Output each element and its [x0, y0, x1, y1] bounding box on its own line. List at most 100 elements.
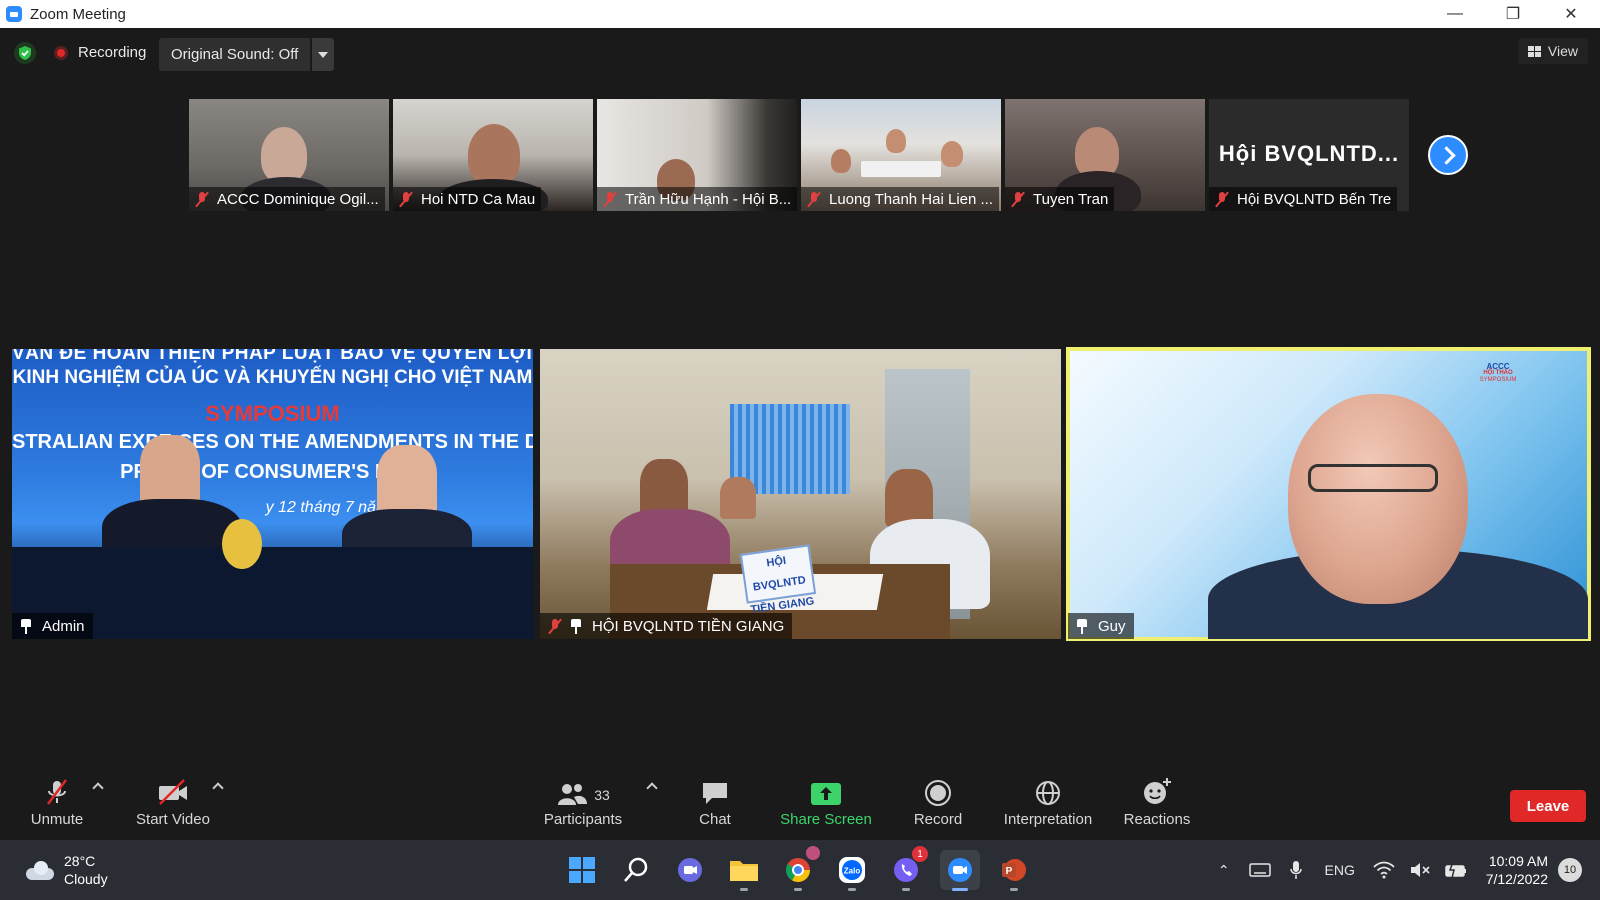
- temperature: 28°C: [64, 853, 96, 869]
- system-clock[interactable]: 10:09 AM 7/12/2022: [1486, 852, 1548, 888]
- viber-button[interactable]: 1: [886, 846, 928, 891]
- reactions-button[interactable]: Reactions: [1121, 773, 1193, 840]
- start-video-button[interactable]: Start Video: [133, 773, 213, 840]
- participant-name-tag: Hoi NTD Ca Mau: [393, 187, 542, 211]
- slide-text: ACCC HỘI THẢO SYMPOSIUM: [1479, 362, 1517, 384]
- start-button[interactable]: [562, 850, 602, 890]
- participant-thumbnail[interactable]: Hội BVQLNTD... Hội BVQLNTD Bến Tre: [1209, 99, 1409, 211]
- microphone-tray-icon[interactable]: [1281, 855, 1311, 885]
- windows-logo-icon: [569, 857, 595, 883]
- taskbar-apps: Zalo 1 P: [562, 846, 1034, 891]
- zoom-icon: [948, 858, 972, 882]
- svg-text:Zalo: Zalo: [844, 867, 861, 876]
- participant-thumbnail[interactable]: ACCC Dominique Ogil...: [189, 99, 389, 211]
- security-shield-icon[interactable]: [14, 42, 36, 64]
- close-button[interactable]: ✕: [1542, 0, 1600, 28]
- banner-line: PROT N OF CONSUMER'S RIGH: [120, 461, 425, 483]
- file-explorer-button[interactable]: [724, 850, 764, 891]
- window-titlebar: Zoom Meeting — ❐ ✕: [0, 0, 1600, 28]
- search-button[interactable]: [616, 850, 656, 890]
- participant-display-name: Hội BVQLNTD...: [1218, 141, 1400, 166]
- powerpoint-button[interactable]: P: [994, 850, 1034, 891]
- windows-taskbar: 28°C Cloudy Zalo 1 P ⌃ ENG 10:09 AM 7/12…: [0, 840, 1600, 900]
- original-sound-button[interactable]: Original Sound: Off: [159, 38, 311, 71]
- share-screen-icon: [811, 783, 841, 805]
- participant-thumbnail[interactable]: Luong Thanh Hai Lien ...: [801, 99, 1001, 211]
- view-button[interactable]: View: [1517, 38, 1588, 64]
- battery-charging-icon[interactable]: [1441, 855, 1471, 885]
- recording-indicator[interactable]: Recording: [54, 44, 146, 61]
- zalo-icon: Zalo: [839, 857, 865, 883]
- input-language[interactable]: ENG: [1317, 855, 1363, 885]
- original-sound-dropdown-icon[interactable]: [312, 38, 335, 71]
- zoom-app-icon: [6, 6, 22, 22]
- participants-label: Participants: [543, 811, 623, 828]
- cloud-icon: [24, 860, 54, 880]
- restore-button[interactable]: ❐: [1484, 0, 1542, 28]
- video-options-chevron-icon[interactable]: [212, 781, 222, 791]
- participant-name: Admin: [42, 617, 85, 635]
- meeting-topbar: Recording Original Sound: Off View: [0, 28, 1600, 80]
- show-hidden-icons-chevron-icon[interactable]: ⌃: [1209, 855, 1239, 885]
- muted-mic-icon: [195, 191, 209, 207]
- globe-icon: [1036, 781, 1060, 805]
- leave-button[interactable]: Leave: [1510, 790, 1586, 822]
- participants-options-chevron-icon[interactable]: [646, 781, 656, 791]
- weather-condition: Cloudy: [64, 871, 108, 887]
- chat-label: Chat: [699, 811, 731, 828]
- participant-name-tag: Hội BVQLNTD Bến Tre: [1209, 187, 1398, 211]
- video-tile-admin[interactable]: VẤN ĐỀ HOÀN THIỆN PHÁP LUẬT BẢO VỆ QUYỀN…: [12, 349, 533, 639]
- participant-name: Trần Hữu Hạnh - Hội B...: [625, 190, 792, 208]
- participant-thumbnail[interactable]: Tuyen Tran: [1005, 99, 1205, 211]
- pin-icon: [1076, 618, 1088, 634]
- next-page-arrow-icon[interactable]: [1428, 135, 1468, 175]
- participants-count: 33: [594, 787, 610, 803]
- participants-button[interactable]: 33 Participants: [540, 773, 626, 840]
- muted-mic-icon: [1215, 191, 1229, 207]
- speaker-muted-icon[interactable]: [1405, 855, 1435, 885]
- powerpoint-icon: P: [1002, 859, 1026, 881]
- audio-options-chevron-icon[interactable]: [92, 781, 102, 791]
- wifi-icon[interactable]: [1369, 855, 1399, 885]
- weather-widget[interactable]: 28°C Cloudy: [24, 852, 108, 888]
- teams-chat-button[interactable]: [670, 850, 710, 890]
- muted-mic-icon: [1011, 191, 1025, 207]
- participants-icon: [558, 784, 588, 805]
- folder-icon: [730, 861, 758, 881]
- participant-name-tag: Trần Hữu Hạnh - Hội B...: [597, 187, 797, 211]
- participant-thumbnail[interactable]: Hoi NTD Ca Mau: [393, 99, 593, 211]
- participant-name-tag: Tuyen Tran: [1005, 187, 1115, 211]
- keyboard-icon[interactable]: [1245, 855, 1275, 885]
- participant-thumbnail[interactable]: Trần Hữu Hạnh - Hội B...: [597, 99, 797, 211]
- share-screen-label: Share Screen: [780, 811, 872, 828]
- clock-date: 7/12/2022: [1485, 871, 1548, 887]
- record-button[interactable]: Record: [908, 773, 968, 840]
- video-tile-guy[interactable]: ACCC HỘI THẢO SYMPOSIUM Guy: [1066, 347, 1591, 641]
- video-camera-off-icon: [159, 779, 187, 805]
- teams-chat-icon: [678, 858, 702, 882]
- desk-sign: HỘI BVQLNTD TIỀN GIANG: [739, 544, 817, 616]
- zoom-taskbar-button[interactable]: [940, 850, 980, 891]
- video-tile-tien-giang[interactable]: HỘI BVQLNTD TIỀN GIANG HỘI BVQLNTD TIỀN …: [540, 349, 1061, 639]
- original-sound-control: Original Sound: Off: [159, 38, 335, 71]
- muted-mic-icon: [548, 618, 562, 634]
- reactions-label: Reactions: [1123, 811, 1191, 828]
- interpretation-button[interactable]: Interpretation: [996, 773, 1100, 840]
- participant-name: HỘI BVQLNTD TIỀN GIANG: [592, 617, 785, 635]
- chrome-button[interactable]: [778, 846, 820, 891]
- viber-unread-badge: 1: [912, 846, 928, 862]
- zalo-button[interactable]: Zalo: [832, 850, 872, 891]
- window-title: Zoom Meeting: [30, 5, 126, 23]
- pin-icon: [20, 618, 32, 634]
- unmute-button[interactable]: Unmute: [24, 773, 90, 840]
- clock-time: 10:09 AM: [1488, 853, 1548, 869]
- grid-view-icon: [1527, 45, 1541, 57]
- notification-count-badge[interactable]: 10: [1558, 858, 1582, 882]
- banner-line: STRALIAN EXPE CES ON THE AMENDMENTS IN T…: [12, 431, 533, 453]
- recording-dot-icon: [54, 45, 68, 60]
- speaker-glasses: [1308, 464, 1438, 492]
- chat-button[interactable]: Chat: [690, 773, 740, 840]
- record-icon: [925, 780, 951, 806]
- minimize-button[interactable]: —: [1426, 0, 1484, 28]
- share-screen-button[interactable]: Share Screen: [778, 773, 874, 840]
